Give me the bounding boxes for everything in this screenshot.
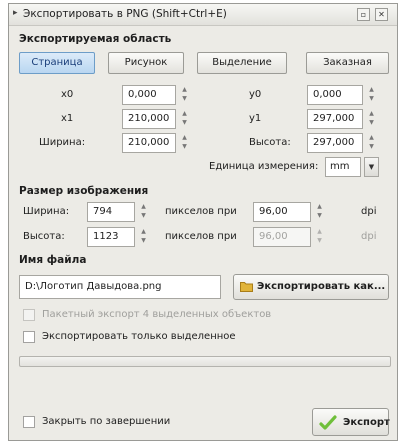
close-icon[interactable]: ✕ xyxy=(375,8,388,21)
x1-spinner[interactable]: ▲ ▼ xyxy=(179,109,190,129)
close-when-done-checkbox[interactable] xyxy=(23,416,35,428)
image-width-label: Ширина: xyxy=(23,206,70,217)
tab-page[interactable]: Страница xyxy=(19,52,95,74)
x0-label: x0 xyxy=(61,89,74,100)
dpi-field[interactable]: 96,00 xyxy=(253,202,311,222)
export-button-label: Экспорт xyxy=(343,417,390,428)
x1-label: x1 xyxy=(61,113,74,124)
export-as-label: Экспортировать как... xyxy=(257,281,386,292)
export-area-heading: Экспортируемая область xyxy=(19,33,172,45)
units-select[interactable]: mm xyxy=(325,157,361,177)
dpi-unit-label: dpi xyxy=(361,206,377,217)
image-width-spinner[interactable]: ▲ ▼ xyxy=(138,202,149,222)
dock-arrow-icon[interactable]: ▸ xyxy=(13,8,18,18)
y1-field[interactable]: 297,000 xyxy=(307,109,363,129)
y0-label: y0 xyxy=(249,89,262,100)
title-bar: ▸ Экспортировать в PNG (Shift+Ctrl+E) ▫ … xyxy=(9,4,397,26)
export-button[interactable]: Экспорт xyxy=(312,408,390,436)
tab-selection[interactable]: Выделение xyxy=(197,52,287,74)
float-panel-icon[interactable]: ▫ xyxy=(357,8,370,21)
export-progress-bar xyxy=(19,356,391,367)
only-selected-checkbox[interactable] xyxy=(23,331,35,343)
area-width-spinner[interactable]: ▲ ▼ xyxy=(179,133,190,153)
area-height-label: Высота: xyxy=(249,137,291,148)
dpi-spinner[interactable]: ▲ ▼ xyxy=(314,202,325,222)
area-width-label: Ширина: xyxy=(39,137,86,148)
dpi-field-disabled: 96,00 xyxy=(253,227,311,247)
pixels-at-label: пикселов при xyxy=(165,206,237,217)
export-png-dialog: ▸ Экспортировать в PNG (Shift+Ctrl+E) ▫ … xyxy=(8,3,398,441)
filename-heading: Имя файла xyxy=(19,254,87,266)
y0-field[interactable]: 0,000 xyxy=(307,85,363,105)
dpi-unit-label-2: dpi xyxy=(361,231,377,242)
units-label: Единица измерения: xyxy=(209,161,319,172)
export-check-icon xyxy=(319,414,337,432)
image-height-field[interactable]: 1123 xyxy=(87,227,135,247)
export-as-button[interactable]: Экспортировать как... xyxy=(233,274,389,300)
x1-field[interactable]: 210,000 xyxy=(122,109,176,129)
x0-spinner[interactable]: ▲ ▼ xyxy=(179,85,190,105)
area-width-field[interactable]: 210,000 xyxy=(122,133,176,153)
image-height-label: Высота: xyxy=(23,231,65,242)
y1-spinner[interactable]: ▲ ▼ xyxy=(366,109,377,129)
window-title: Экспортировать в PNG (Shift+Ctrl+E) xyxy=(23,8,227,20)
image-width-field[interactable]: 794 xyxy=(87,202,135,222)
image-size-heading: Размер изображения xyxy=(19,185,149,197)
tab-custom[interactable]: Заказная xyxy=(306,52,389,74)
close-when-done-label: Закрыть по завершении xyxy=(42,416,171,427)
image-height-spinner[interactable]: ▲ ▼ xyxy=(138,227,149,247)
x0-field[interactable]: 0,000 xyxy=(122,85,176,105)
only-selected-label: Экспортировать только выделенное xyxy=(42,331,236,342)
filename-input[interactable]: D:\Логотип Давыдова.png xyxy=(19,275,221,299)
batch-export-label: Пакетный экспорт 4 выделенных объектов xyxy=(42,309,272,320)
area-height-spinner[interactable]: ▲ ▼ xyxy=(366,133,377,153)
pixels-at-label-2: пикселов при xyxy=(165,231,237,242)
dpi-spinner-disabled: ▲ ▼ xyxy=(317,228,322,244)
chevron-down-icon[interactable]: ▼ xyxy=(364,157,379,177)
y0-spinner[interactable]: ▲ ▼ xyxy=(366,85,377,105)
folder-icon xyxy=(240,281,253,292)
tab-drawing[interactable]: Рисунок xyxy=(108,52,184,74)
batch-export-checkbox xyxy=(23,309,35,321)
area-height-field[interactable]: 297,000 xyxy=(307,133,363,153)
y1-label: y1 xyxy=(249,113,262,124)
